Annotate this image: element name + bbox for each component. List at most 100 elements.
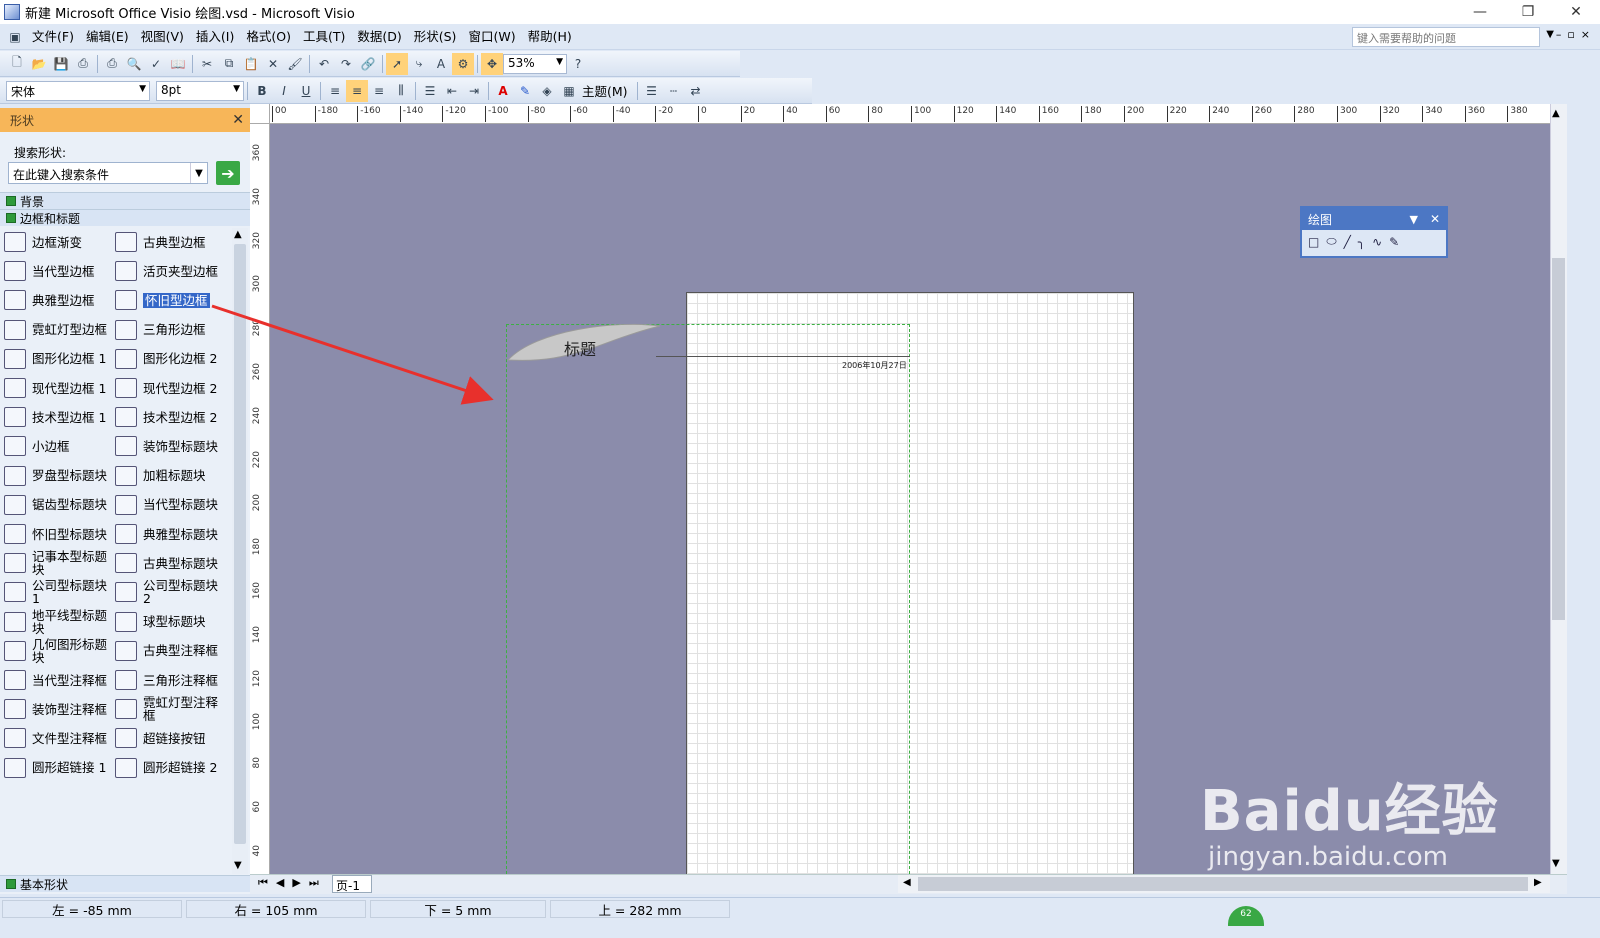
shape-item[interactable]: 现代型边框 1: [4, 374, 117, 402]
format-painter-icon[interactable]: 🖌: [284, 53, 306, 75]
scroll-right-icon[interactable]: ▶: [1534, 877, 1542, 888]
shape-item[interactable]: 典雅型边框: [4, 286, 117, 314]
theme-button[interactable]: 主题(M): [582, 81, 628, 100]
font-size-combo[interactable]: 8pt ▼: [156, 80, 244, 101]
close-button[interactable]: ✕: [1552, 0, 1600, 24]
line-ends-icon[interactable]: ⇄: [685, 80, 707, 102]
connection-point-icon[interactable]: ⚙: [452, 52, 474, 75]
shape-item[interactable]: 霓虹灯型边框: [4, 316, 117, 344]
search-go-icon[interactable]: ➔: [216, 161, 240, 185]
shape-item[interactable]: 加粗标题块: [115, 462, 228, 490]
save-icon[interactable]: 💾: [50, 53, 72, 75]
shape-item[interactable]: 装饰型注释框: [4, 695, 117, 723]
align-center-icon[interactable]: ≡: [346, 79, 368, 102]
close-icon[interactable]: ✕: [1430, 212, 1440, 226]
zoom-combo[interactable]: 53% ▼: [503, 53, 567, 74]
menu-data[interactable]: 数据(D): [351, 24, 407, 50]
close-icon[interactable]: ✕: [232, 112, 244, 128]
italic-icon[interactable]: I: [273, 80, 295, 102]
new-icon[interactable]: 🗋: [6, 53, 28, 75]
delete-icon[interactable]: ✕: [262, 53, 284, 75]
shape-item[interactable]: 圆形超链接 2: [115, 754, 228, 782]
scroll-up-icon[interactable]: ▲: [1552, 108, 1560, 119]
shape-item[interactable]: 活页夹型边框: [115, 257, 228, 285]
increase-indent-icon[interactable]: ⇥: [463, 80, 485, 102]
menu-tools[interactable]: 工具(T): [297, 24, 351, 50]
help-search-input[interactable]: 键入需要帮助的问题: [1352, 27, 1540, 47]
pencil-tool-icon[interactable]: ✎: [1389, 235, 1399, 249]
menu-format[interactable]: 格式(O): [240, 24, 297, 50]
line-weight-icon[interactable]: ☰: [641, 80, 663, 102]
decrease-indent-icon[interactable]: ⇤: [441, 80, 463, 102]
canvas-vertical-scrollbar-thumb[interactable]: [1552, 258, 1565, 620]
document-icon[interactable]: ▣: [4, 26, 26, 48]
align-right-icon[interactable]: ≡: [368, 80, 390, 102]
shape-item[interactable]: 记事本型标题块: [4, 549, 117, 577]
print-icon[interactable]: ⎙: [101, 53, 123, 75]
border-shape-selection[interactable]: [506, 324, 910, 874]
shape-item[interactable]: 球型标题块: [115, 608, 228, 636]
copy-icon[interactable]: ⧉: [218, 53, 240, 75]
arc-tool-icon[interactable]: ╮: [1358, 235, 1365, 249]
menu-edit[interactable]: 编辑(E): [80, 24, 135, 50]
date-text[interactable]: 2006年10月27日: [842, 360, 907, 371]
ellipse-tool-icon[interactable]: ⬭: [1326, 234, 1336, 249]
pointer-tool-icon[interactable]: ➚: [386, 52, 408, 75]
shape-item[interactable]: 公司型标题块 2: [115, 578, 228, 606]
theme-icon[interactable]: ▦: [558, 80, 580, 102]
menu-window[interactable]: 窗口(W): [462, 24, 521, 50]
scroll-up-icon[interactable]: ▲: [234, 229, 242, 240]
shape-item[interactable]: 装饰型标题块: [115, 432, 228, 460]
hyperlink-icon[interactable]: 🔗: [357, 53, 379, 75]
visio-app-icon[interactable]: [4, 4, 20, 20]
chevron-down-icon[interactable]: ▼: [190, 163, 207, 183]
menu-file[interactable]: 文件(F): [26, 24, 80, 50]
text-tool-icon[interactable]: A: [430, 53, 452, 75]
shape-item[interactable]: 圆形超链接 1: [4, 754, 117, 782]
shape-item[interactable]: 当代型注释框: [4, 666, 117, 694]
bold-icon[interactable]: B: [251, 80, 273, 102]
shape-item[interactable]: 文件型注释框: [4, 724, 117, 752]
line-pattern-icon[interactable]: ┄: [663, 80, 685, 102]
restore-button[interactable]: ❐: [1504, 0, 1552, 24]
bullets-icon[interactable]: ☰: [419, 80, 441, 102]
page-nav-buttons[interactable]: ⏮◀▶⏭: [258, 876, 327, 890]
align-vertical-icon[interactable]: ⫼: [390, 80, 412, 102]
shape-item[interactable]: 霓虹灯型注释框: [115, 695, 228, 723]
line-tool-icon[interactable]: ╱: [1344, 235, 1351, 249]
scroll-down-icon[interactable]: ▼: [234, 860, 242, 871]
underline-icon[interactable]: U: [295, 80, 317, 102]
menu-view[interactable]: 视图(V): [135, 24, 190, 50]
shape-item[interactable]: 锯齿型标题块: [4, 491, 117, 519]
print-preview-icon[interactable]: 🔍: [123, 53, 145, 75]
stencil-background[interactable]: 背景: [0, 192, 250, 209]
pan-zoom-icon[interactable]: ✥: [481, 52, 503, 75]
font-color-icon[interactable]: A: [492, 80, 514, 102]
menu-insert[interactable]: 插入(I): [190, 24, 240, 50]
undo-icon[interactable]: ↶: [313, 53, 335, 75]
minimize-button[interactable]: —: [1456, 0, 1504, 24]
paste-icon[interactable]: 📋: [240, 53, 262, 75]
shape-item[interactable]: 当代型标题块: [115, 491, 228, 519]
connector-tool-icon[interactable]: ⤷: [408, 53, 430, 75]
shape-item[interactable]: 三角形注释框: [115, 666, 228, 694]
shape-item[interactable]: 地平线型标题块: [4, 608, 117, 636]
scroll-left-icon[interactable]: ◀: [903, 877, 911, 888]
shape-item[interactable]: 小边框: [4, 432, 117, 460]
help-icon[interactable]: ?: [567, 53, 589, 75]
shape-item[interactable]: 怀旧型标题块: [4, 520, 117, 548]
stencil-basic-shapes[interactable]: 基本形状: [0, 875, 250, 892]
freeform-tool-icon[interactable]: ∿: [1372, 235, 1382, 249]
line-color-icon[interactable]: ✎: [514, 80, 536, 102]
title-text[interactable]: 标题: [564, 336, 596, 360]
open-icon[interactable]: 📂: [28, 53, 50, 75]
mdi-window-controls[interactable]: –▫×: [1556, 28, 1596, 41]
shape-item[interactable]: 公司型标题块 1: [4, 578, 117, 606]
shape-item[interactable]: 当代型边框: [4, 257, 117, 285]
shape-item[interactable]: 古典型注释框: [115, 637, 228, 665]
shape-item[interactable]: 边框渐变: [4, 228, 117, 256]
cut-icon[interactable]: ✂: [196, 53, 218, 75]
rectangle-tool-icon[interactable]: □: [1308, 235, 1319, 249]
page-tab[interactable]: 页-1: [332, 875, 372, 893]
scroll-down-icon[interactable]: ▼: [1552, 858, 1560, 869]
